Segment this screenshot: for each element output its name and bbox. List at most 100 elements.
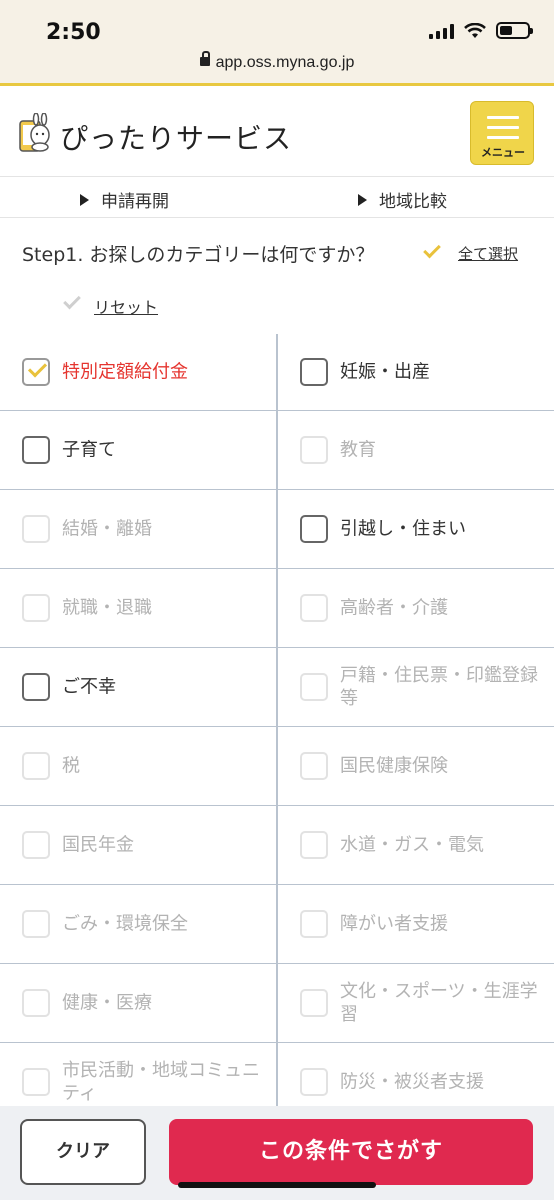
compare-regions-link[interactable]: 地域比較 [358, 187, 447, 212]
resume-application-label: 申請再開 [101, 192, 169, 212]
address-bar[interactable]: app.oss.myna.go.jp [0, 51, 554, 72]
triangle-right-icon [80, 194, 89, 206]
category-option: 水道・ガス・電気 [278, 806, 554, 884]
category-checkbox-grid: 特別定額給付金 妊娠・出産子育て 教育結婚・離婚 引越し・住まい就職・退職 高齢者・介護… [0, 334, 554, 1106]
wifi-icon [464, 22, 486, 38]
column-divider [276, 964, 278, 1042]
checkbox [22, 752, 50, 780]
checkbox [300, 910, 328, 938]
category-option: 戸籍・住民票・印鑑登録等 [278, 648, 554, 726]
category-option: 教育 [278, 411, 554, 489]
cellular-signal-icon [429, 23, 454, 39]
category-label: 特別定額給付金 [62, 361, 188, 383]
category-option[interactable]: 引越し・住まい [278, 490, 554, 568]
triangle-right-icon [358, 194, 367, 206]
battery-icon [496, 22, 533, 39]
browser-top-bar: 2:50 app.oss.myna.go.jp [0, 0, 554, 86]
clear-button[interactable]: クリア [20, 1119, 146, 1185]
category-label: 健康・医療 [62, 992, 152, 1014]
category-label: 就職・退職 [62, 597, 152, 619]
category-option[interactable]: ご不幸 [0, 648, 277, 726]
category-row: 特別定額給付金 妊娠・出産 [0, 334, 554, 411]
checkbox-checked[interactable] [22, 358, 50, 386]
column-divider [276, 885, 278, 963]
checkbox [300, 1068, 328, 1096]
category-option[interactable]: 妊娠・出産 [278, 334, 554, 410]
checkbox [300, 831, 328, 859]
category-label: 水道・ガス・電気 [340, 834, 484, 856]
compare-regions-label: 地域比較 [379, 192, 447, 212]
checkbox [22, 989, 50, 1017]
status-time: 2:50 [46, 20, 101, 45]
category-label: 子育て [62, 439, 116, 461]
checkbox [22, 594, 50, 622]
category-option: 高齢者・介護 [278, 569, 554, 647]
category-option[interactable]: 子育て [0, 411, 277, 489]
select-all-label: 全て選択 [458, 245, 519, 263]
checkbox [300, 436, 328, 464]
category-question-heading: Step1. お探しのカテゴリーは何ですか？ [22, 244, 375, 266]
category-label: 市民活動・地域コミュニティ [62, 1060, 260, 1104]
menu-button-label: メニュー [481, 146, 525, 159]
category-row: 子育て 教育 [0, 411, 554, 490]
category-option: 国民年金 [0, 806, 277, 884]
category-row: 国民年金 水道・ガス・電気 [0, 806, 554, 885]
category-row: 結婚・離婚 引越し・住まい [0, 490, 554, 569]
checkbox [300, 989, 328, 1017]
category-label: 引越し・住まい [340, 518, 466, 540]
checkbox[interactable] [300, 515, 328, 543]
category-row: ご不幸 戸籍・住民票・印鑑登録等 [0, 648, 554, 727]
column-divider [276, 1043, 278, 1106]
home-indicator[interactable] [178, 1182, 376, 1188]
hamburger-icon [487, 116, 519, 146]
category-row: 就職・退職 高齢者・介護 [0, 569, 554, 648]
checkmark-icon [63, 291, 81, 310]
checkbox[interactable] [22, 436, 50, 464]
checkbox [300, 594, 328, 622]
category-label: 文化・スポーツ・生涯学習 [340, 981, 538, 1025]
resume-application-link[interactable]: 申請再開 [80, 187, 169, 212]
reset-label: リセット [94, 298, 159, 317]
column-divider [276, 806, 278, 884]
column-divider [276, 334, 278, 410]
category-label: 妊娠・出産 [340, 361, 430, 383]
search-with-conditions-button[interactable]: この条件でさがす [169, 1119, 533, 1185]
category-option[interactable]: 特別定額給付金 [0, 334, 277, 410]
checkbox[interactable] [22, 673, 50, 701]
sub-navigation: 申請再開 地域比較 [0, 178, 554, 218]
category-option: ごみ・環境保全 [0, 885, 277, 963]
url-text: app.oss.myna.go.jp [215, 54, 355, 71]
checkbox[interactable] [300, 358, 328, 386]
checkbox [22, 1068, 50, 1096]
column-divider [276, 727, 278, 805]
category-label: 戸籍・住民票・印鑑登録等 [340, 665, 538, 709]
category-label: 防災・被災者支援 [340, 1071, 484, 1093]
category-label: ご不幸 [62, 676, 116, 698]
checkbox [300, 752, 328, 780]
category-option: 防災・被災者支援 [278, 1043, 554, 1106]
column-divider [276, 411, 278, 489]
category-row: 健康・医療 文化・スポーツ・生涯学習 [0, 964, 554, 1043]
mynaportal-mascot-logo-icon[interactable] [18, 113, 56, 153]
site-brand-title[interactable]: ぴったりサービス [60, 117, 292, 157]
category-option: 国民健康保険 [278, 727, 554, 805]
category-row: ごみ・環境保全 障がい者支援 [0, 885, 554, 964]
menu-button[interactable]: メニュー [470, 101, 534, 165]
category-label: 高齢者・介護 [340, 597, 448, 619]
checkbox [22, 910, 50, 938]
checkbox [22, 515, 50, 543]
status-icons [429, 22, 533, 39]
category-label: 税 [62, 755, 80, 777]
lock-icon [199, 51, 210, 67]
category-label: ごみ・環境保全 [62, 913, 188, 935]
category-label: 障がい者支援 [340, 913, 448, 935]
checkbox [22, 831, 50, 859]
column-divider [276, 490, 278, 568]
category-row: 市民活動・地域コミュニティ 防災・被災者支援 [0, 1043, 554, 1106]
category-label: 教育 [340, 439, 376, 461]
site-header: ぴったりサービス メニュー [0, 89, 554, 177]
category-row: 税 国民健康保険 [0, 727, 554, 806]
category-label: 結婚・離婚 [62, 518, 152, 540]
column-divider [276, 648, 278, 726]
category-option: 税 [0, 727, 277, 805]
